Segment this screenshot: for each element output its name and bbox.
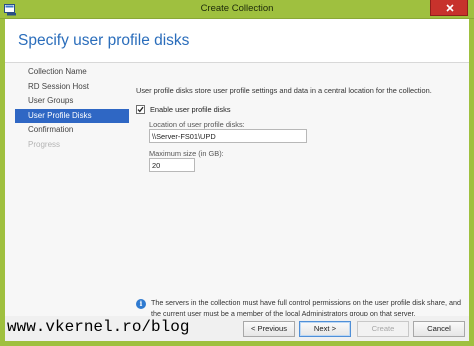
nav-item-collection-name[interactable]: Collection Name — [15, 65, 129, 80]
next-button[interactable]: Next > — [299, 321, 351, 337]
enable-upd-label: Enable user profile disks — [150, 105, 231, 114]
window-title: Create Collection — [200, 3, 274, 14]
nav-item-user-profile-disks[interactable]: User Profile Disks — [15, 108, 129, 123]
nav-item-user-groups[interactable]: User Groups — [15, 94, 129, 109]
info-icon: i — [136, 299, 146, 309]
title-bar[interactable]: Create Collection — [0, 0, 474, 19]
wizard-content: User profile disks store user profile se… — [131, 63, 465, 333]
nav-item-rd-session-host[interactable]: RD Session Host — [15, 80, 129, 95]
window-frame: Specify user profile disks Collection Na… — [0, 19, 474, 346]
page-description: User profile disks store user profile se… — [136, 86, 432, 95]
max-size-input[interactable] — [149, 158, 195, 172]
max-size-label: Maximum size (in GB): — [149, 149, 224, 158]
create-button: Create — [357, 321, 409, 337]
enable-upd-checkbox[interactable] — [136, 105, 145, 114]
nav-item-progress: Progress — [28, 139, 61, 149]
nav-item-confirmation[interactable]: Confirmation — [15, 123, 129, 138]
wizard-header: Specify user profile disks — [5, 19, 469, 63]
close-icon — [446, 4, 454, 12]
location-input[interactable] — [149, 129, 307, 143]
wizard-client-area: Specify user profile disks Collection Na… — [5, 19, 469, 341]
close-button[interactable] — [430, 0, 468, 16]
page-title: Specify user profile disks — [18, 32, 190, 49]
cancel-button[interactable]: Cancel — [413, 321, 465, 337]
watermark-text: www.vkernel.ro/blog — [7, 318, 190, 336]
wizard-nav: Collection Name RD Session Host User Gro… — [15, 65, 129, 152]
previous-button[interactable]: < Previous — [243, 321, 295, 337]
location-label: Location of user profile disks: — [149, 120, 245, 129]
checkmark-icon — [137, 106, 144, 113]
